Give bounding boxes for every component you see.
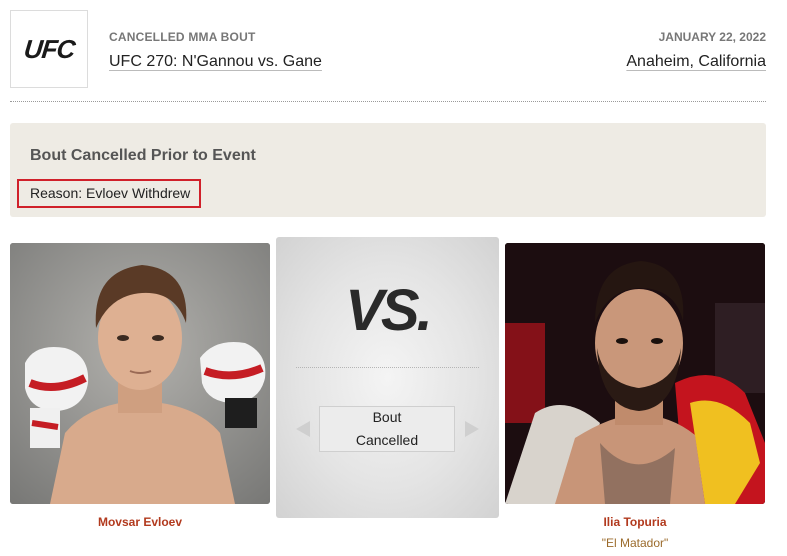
fighter-right-photo[interactable] (505, 243, 765, 504)
fighter-right-nickname: "El Matador" (601, 536, 669, 550)
event-type-label: CANCELLED MMA BOUT (109, 30, 256, 44)
event-location-link[interactable]: Anaheim, California (626, 53, 766, 71)
versus-panel: VS. Bout Cancelled (276, 237, 499, 518)
ufc-logo-text: UFC (22, 33, 76, 64)
fighter-right-name[interactable]: Ilia Topuria (505, 515, 765, 529)
fighter-left-name[interactable]: Movsar Evloev (10, 515, 270, 529)
previous-arrow-icon[interactable] (296, 421, 310, 437)
bout-status-line-2: Cancelled (355, 432, 419, 448)
versus-divider (296, 367, 479, 368)
bout-status-box: Bout Cancelled (319, 406, 455, 452)
cancellation-title: Bout Cancelled Prior to Event (30, 147, 256, 164)
cancellation-panel: Bout Cancelled Prior to Event Reason: Ev… (10, 123, 766, 217)
versus-label: VS. (345, 278, 433, 343)
event-date: JANUARY 22, 2022 (658, 30, 766, 44)
cancellation-reason: Reason: Evloev Withdrew (17, 179, 201, 208)
bout-status-line-1: Bout (372, 409, 402, 425)
event-name-link[interactable]: UFC 270: N'Gannou vs. Gane (109, 53, 322, 71)
fighter-right-image (505, 243, 765, 504)
fighter-left-image (10, 243, 270, 504)
header-divider (10, 101, 766, 102)
ufc-logo[interactable]: UFC (10, 10, 88, 88)
next-arrow-icon[interactable] (465, 421, 479, 437)
fighter-left-photo[interactable] (10, 243, 270, 504)
